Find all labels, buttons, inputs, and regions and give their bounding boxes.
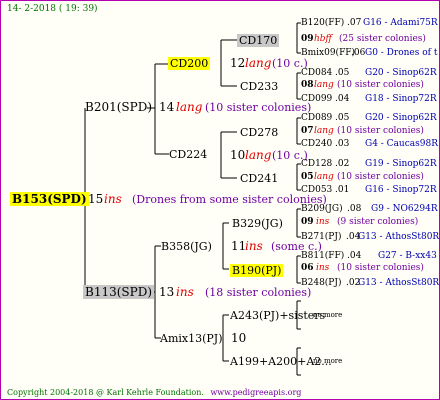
gen4-origin-5: G4 - Caucas98R	[365, 139, 438, 149]
gen2-lang-tag-1: lang	[245, 148, 272, 162]
gen4-number-4: .05	[335, 113, 350, 123]
footer-copyright: Copyright 2004-2018 @ Karl Kehrle Founda…	[7, 389, 301, 397]
gen3-note-5: (10 sister colonies)	[337, 263, 424, 273]
gen4-origin-4: G20 - Sinop62R	[365, 113, 437, 123]
gen3-queen-id-1[interactable]: CD233	[240, 81, 278, 92]
gen3-no-more-7: no more	[313, 357, 343, 365]
gen4-origin-9: G13 - AthosSt80R	[358, 232, 440, 242]
gen4-origin-6: G19 - Sinop62R	[365, 159, 437, 169]
gen4-origin-10: G27 - B-xx43	[378, 251, 437, 261]
pedigree-frame: 14- 2-2018 ( 19: 39) B153(SPD) 15 ins (D…	[0, 0, 440, 400]
gen3-queen-id-3[interactable]: CD241	[240, 173, 278, 184]
gen3-tag-3: lang	[314, 172, 334, 182]
gen4-origin-8: G9 - NO6294R	[371, 204, 438, 214]
gen4-queen-id-1[interactable]: Bmix09(FF)	[301, 49, 355, 58]
gen4-origin-3: G18 - Sinop72R	[365, 94, 437, 104]
gen3-queen-id-6[interactable]: A243(PJ)+sisters	[230, 310, 325, 321]
gen2-queen-id-0[interactable]: CD200	[168, 57, 211, 70]
gen4-queen-id-7[interactable]: CD053	[301, 186, 332, 195]
gen3-tag-0: hbff	[314, 34, 332, 44]
gen2-number-3: 10	[231, 331, 247, 345]
root-queen-id[interactable]: B153(SPD)	[10, 192, 89, 206]
gen3-number-5: 06	[301, 263, 314, 273]
gen3-tag-5: ins	[316, 263, 330, 273]
footer-site-link[interactable]: www.pedigreeapis.org	[210, 388, 301, 397]
gen3-tag-1: lang	[314, 80, 334, 90]
gen3-tag-2: lang	[314, 126, 334, 136]
gen2-number-2: 11	[231, 239, 247, 253]
gen4-number-7: .01	[335, 185, 350, 195]
gen1-queen-id-1[interactable]: B113(SPD)	[83, 285, 155, 299]
root-ins-tag: ins	[104, 192, 122, 206]
gen4-number-1: .06	[351, 48, 366, 58]
gen1-note-0: (10 sister colonies)	[205, 101, 312, 114]
gen4-queen-id-2[interactable]: CD084	[301, 69, 332, 78]
root-note: (Drones from some sister colonies)	[132, 193, 327, 206]
gen2-queen-id-1[interactable]: CD224	[169, 149, 207, 160]
gen1-number-0: 14	[159, 100, 175, 114]
gen3-note-0: (25 sister colonies)	[339, 34, 426, 44]
gen4-number-6: .02	[335, 159, 350, 169]
gen2-queen-id-3[interactable]: Amix13(PJ)	[160, 333, 223, 344]
gen4-queen-id-9[interactable]: B271(PJ)	[301, 233, 341, 242]
gen4-origin-1: G0 - Drones of t	[365, 48, 438, 58]
gen4-origin-2: G20 - Sinop62R	[365, 68, 437, 78]
gen3-no-more-6: no more	[313, 311, 343, 319]
gen2-lang-tag-0: lang	[245, 56, 272, 70]
gen1-ins-tag-1: ins	[176, 285, 194, 299]
gen4-number-3: .04	[335, 94, 350, 104]
gen3-queen-id-5[interactable]: B190(PJ)	[230, 264, 284, 277]
gen3-note-4: (9 sister colonies)	[337, 217, 419, 227]
gen3-number-2: 07	[301, 126, 314, 136]
gen1-lang-tag-0: lang	[176, 100, 203, 114]
gen4-origin-7: G16 - Sinop72R	[365, 185, 437, 195]
gen4-number-10: .04	[347, 251, 362, 261]
gen4-number-2: .05	[335, 68, 350, 78]
gen4-number-0: .07	[347, 18, 362, 28]
gen2-number-0: 12	[230, 56, 246, 70]
gen4-origin-0: G16 - Adami75R	[363, 18, 438, 28]
gen3-queen-id-2[interactable]: CD278	[240, 127, 278, 138]
gen4-origin-11: G13 - AthosSt80R	[358, 278, 440, 288]
gen3-number-3: 05	[301, 172, 314, 182]
gen1-queen-id-0[interactable]: B201(SPD)	[85, 101, 152, 113]
gen4-queen-id-10[interactable]: B811(FF)	[301, 252, 344, 261]
gen1-note-1: (18 sister colonies)	[205, 286, 312, 299]
gen2-number-1: 10	[230, 148, 246, 162]
gen3-note-3: (10 sister colonies)	[337, 172, 424, 182]
gen2-ins-tag-2: ins	[245, 239, 263, 253]
gen4-queen-id-8[interactable]: B209(JG)	[301, 205, 343, 214]
gen4-queen-id-3[interactable]: CD099	[301, 95, 332, 104]
gen2-queen-id-2[interactable]: B358(JG)	[161, 241, 212, 252]
gen4-queen-id-5[interactable]: CD240	[301, 140, 332, 149]
gen3-queen-id-4[interactable]: B329(JG)	[232, 218, 283, 229]
gen4-number-8: .08	[347, 204, 362, 214]
gen3-number-4: 09	[301, 217, 314, 227]
gen4-number-5: .03	[335, 139, 350, 149]
footer-copyright-text: Copyright 2004-2018 @ Karl Kehrle Founda…	[7, 388, 204, 397]
gen3-tag-4: ins	[316, 217, 330, 227]
gen3-number-1: 08	[301, 80, 314, 90]
header-date-time: 14- 2-2018 ( 19: 39)	[7, 4, 98, 14]
gen4-queen-id-11[interactable]: B248(PJ)	[301, 279, 341, 288]
gen3-number-0: 09	[301, 34, 314, 44]
gen4-queen-id-6[interactable]: CD128	[301, 160, 332, 169]
gen4-queen-id-4[interactable]: CD089	[301, 114, 332, 123]
gen3-note-1: (10 sister colonies)	[337, 80, 424, 90]
gen4-queen-id-0[interactable]: B120(FF)	[301, 19, 344, 28]
root-number: 15	[88, 192, 104, 206]
gen1-number-1: 13	[159, 285, 175, 299]
gen3-queen-id-0[interactable]: CD170	[237, 34, 280, 47]
gen3-note-2: (10 sister colonies)	[337, 126, 424, 136]
